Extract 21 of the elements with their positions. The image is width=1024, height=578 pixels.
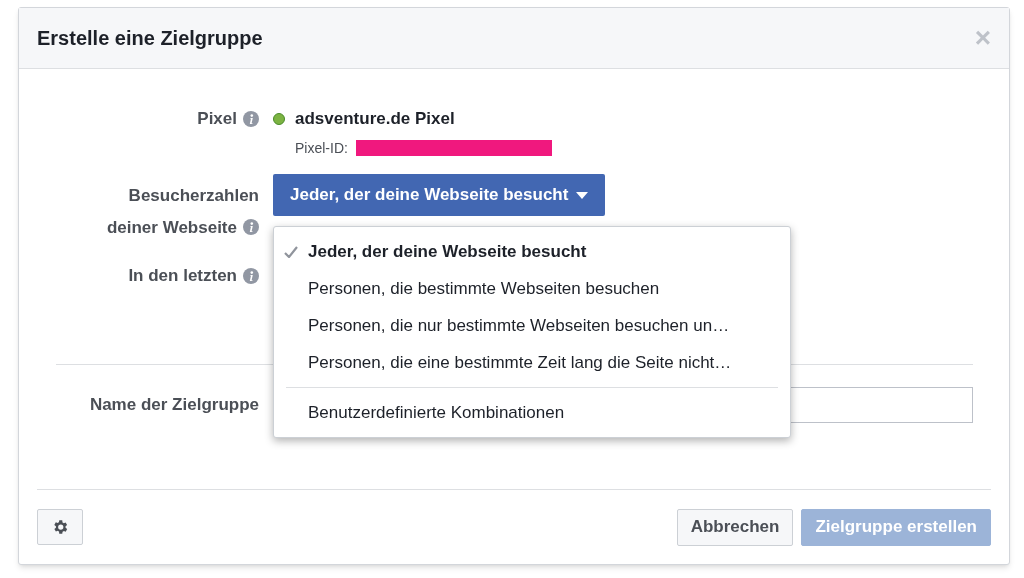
info-icon[interactable]	[243, 110, 259, 127]
info-icon[interactable]	[243, 267, 259, 284]
info-icon[interactable]	[243, 219, 259, 236]
dropdown-button[interactable]: Jeder, der deine Webseite besucht	[273, 174, 606, 216]
field-label: Pixel	[197, 108, 237, 130]
menu-item[interactable]: Jeder, der deine Webseite besucht	[274, 233, 790, 270]
field-label: Besucherzahlen	[128, 185, 259, 207]
menu-item[interactable]: Benutzerdefinierte Kombinationen	[274, 394, 790, 431]
pixel-name: adsventure.de Pixel	[295, 108, 455, 130]
menu-item[interactable]: Personen, die eine bestimmte Zeit lang die Seite nicht…	[274, 344, 790, 381]
checkmark-icon	[284, 245, 298, 258]
field-label: deiner Webseite	[106, 216, 237, 239]
pixel-id-label: Pixel-ID:	[295, 138, 348, 158]
settings-button[interactable]	[37, 509, 83, 545]
cancel-button[interactable]: Abbrechen	[676, 508, 794, 546]
caret-icon	[576, 191, 589, 199]
field-label: Name der Zielgruppe	[89, 394, 259, 417]
field-label: In den letzten	[128, 265, 237, 287]
dialog-title: Erstelle eine Zielgruppe	[37, 26, 263, 51]
menu-item[interactable]: Personen, die bestimmte Webseiten besuchen	[274, 270, 790, 307]
menu-item[interactable]: Personen, die nur bestimmte Webseiten besuchen un…	[274, 307, 790, 344]
